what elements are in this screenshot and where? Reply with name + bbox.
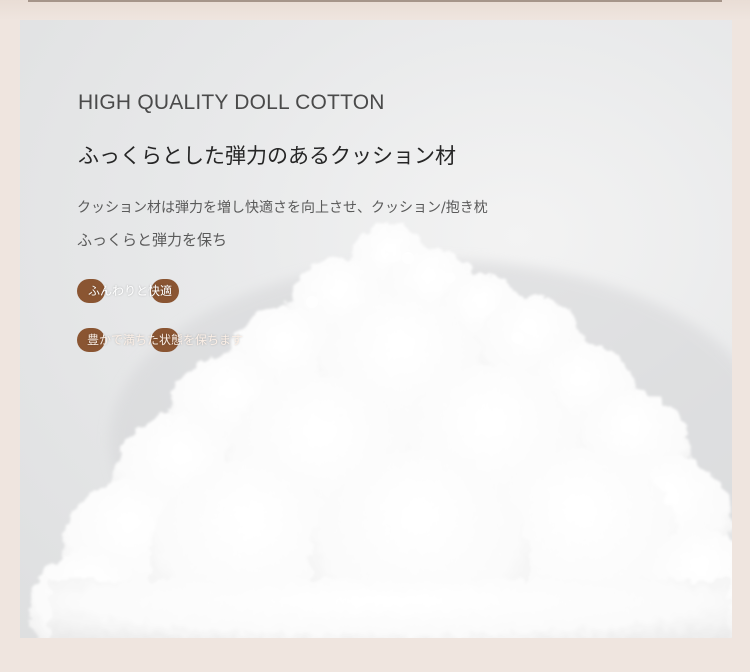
description-line-2: ふっくらと弾力を保ち [77,231,228,249]
top-border [0,0,750,20]
product-panel: HIGH QUALITY DOLL COTTON ふっくらとした弾力のあるクッシ… [20,20,732,638]
feature-label-1: ふんわりと快適 [88,284,173,298]
top-divider [28,0,722,2]
heading-english: HIGH QUALITY DOLL COTTON [78,91,385,114]
feature-label-2: 豊かで満ちた状態を保ちます [87,333,244,347]
heading-japanese: ふっくらとした弾力のあるクッション材 [78,144,456,168]
feature-badge-1: ふんわりと快適 [77,279,179,303]
description-line-1: クッション材は弾力を増し快適さを向上させ、クッション/抱き枕 [77,200,488,216]
feature-badge-2: 豊かで満ちた状態を保ちます [77,328,243,352]
